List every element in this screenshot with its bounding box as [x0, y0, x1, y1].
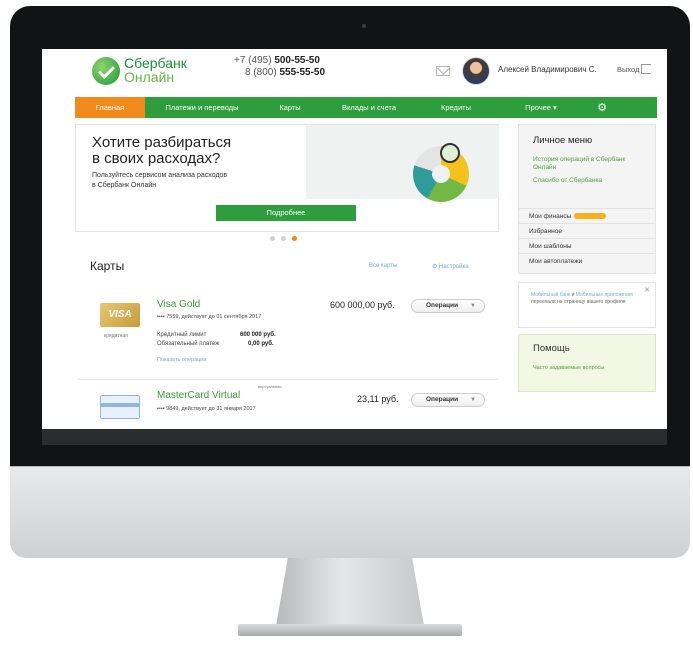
chevron-down-icon: ▼ [470, 303, 476, 309]
banner-title-line2: в своих расходах? [92, 150, 221, 167]
logo-text-line2[interactable]: Онлайн [124, 69, 174, 85]
virtual-tag: виртуальная [258, 384, 282, 389]
banner-subtitle-line1: Пользуйтесь сервисом анализа расходов [92, 172, 228, 179]
faq-link[interactable]: Часто задаваемые вопросы [533, 365, 604, 372]
camera [362, 24, 366, 28]
card-operations-button[interactable]: Операции ▼ [411, 393, 485, 407]
card-operations-label: Операции [426, 302, 459, 309]
nav-item-home[interactable]: Главная [75, 97, 145, 118]
chevron-down-icon: ▼ [470, 397, 476, 403]
mandatory-payment-label: Обязательный платеж [157, 341, 220, 347]
card-number: •••• 7559, действует до 01 сентября 2017 [157, 314, 262, 320]
logout-icon[interactable] [641, 64, 651, 74]
logout-link[interactable]: Выход [617, 65, 639, 74]
phone-free-number: 555-55-50 [279, 67, 326, 78]
card-balance: 23,11 руб. [357, 394, 399, 404]
spasibo-link[interactable]: Спасибо от Сбербанка [533, 177, 602, 184]
slider-dot-1[interactable] [270, 236, 275, 241]
divider [78, 379, 498, 380]
banner-title: Хотите разбираться в своих расходах? [92, 135, 231, 167]
notice-rest: переехали на страницу вашего профиля [531, 299, 626, 305]
mobile-bank-notice: ✕ Мобильный банк и Мобильные приложения … [518, 282, 656, 328]
sidebar-item-finances-label: Мои финансы [529, 213, 572, 220]
promo-banner: Хотите разбираться в своих расходах? Пол… [75, 124, 499, 232]
phone-moscow-prefix: +7 (495) [234, 55, 275, 66]
details-button[interactable]: Подробнее [216, 205, 356, 221]
sidebar-item-finances[interactable]: Мои финансы [519, 208, 655, 223]
magnifier-icon [440, 143, 460, 163]
nav-item-credits[interactable]: Кредиты [417, 97, 495, 118]
monitor-stand [276, 558, 424, 626]
sidebar-item-templates[interactable]: Мои шаблоны [519, 238, 655, 253]
card-operations-label: Операции [426, 396, 459, 403]
phone-moscow: +7 (495) 500-55-50 [234, 55, 320, 66]
card-name[interactable]: Visa Gold [157, 299, 200, 310]
card-name[interactable]: MasterCard Virtual [157, 390, 240, 401]
phone-free: 8 (800) 555-55-50 [245, 67, 325, 78]
phone-moscow-number: 500-55-50 [274, 55, 320, 66]
mobile-bank-link[interactable]: Мобильный банк [531, 292, 570, 298]
screen-bottom-bar [42, 429, 667, 445]
slider-dots [270, 236, 297, 241]
help-panel: Помощь Часто задаваемые вопросы [518, 334, 656, 392]
sidebar-item-favorites[interactable]: Избранное [519, 223, 655, 238]
phone-free-prefix: 8 (800) [245, 67, 280, 78]
card-operations-button[interactable]: Операции ▼ [411, 299, 485, 313]
user-name[interactable]: Алексей Владимирович С. [498, 65, 597, 74]
credit-limit-label: Кредитный лимит [157, 332, 207, 338]
avatar[interactable] [462, 57, 490, 85]
visa-card-icon[interactable]: VISA [100, 303, 140, 327]
card-number: •••• 9849, действует до 31 января 2017 [157, 406, 256, 412]
nav-item-deposits[interactable]: Вклады и счета [321, 97, 417, 118]
browser-screen: Сбербанк Онлайн +7 (495) 500-55-50 8 (80… [42, 49, 667, 429]
show-operations-link[interactable]: Показать операции [157, 357, 206, 363]
all-cards-link[interactable]: Все карты [369, 263, 397, 269]
nav-item-other[interactable]: Прочее ▾ [495, 97, 587, 118]
personal-menu-title: Личное меню [533, 135, 593, 146]
main-nav: Главная Платежи и переводы Карты Вклады … [75, 97, 657, 118]
operations-history-link[interactable]: История операций в Сбербанк Онлайн [533, 156, 633, 172]
nav-item-payments[interactable]: Платежи и переводы [145, 97, 259, 118]
cards-settings-label: Настройка [439, 264, 469, 270]
mobile-apps-link[interactable]: Мобильные приложения [576, 292, 633, 298]
card-type-label: кредитная [104, 333, 128, 339]
virtual-card-icon[interactable] [100, 395, 140, 419]
nav-item-cards[interactable]: Карты [259, 97, 321, 118]
banner-subtitle-line2: в Сбербанк Онлайн [92, 182, 157, 189]
banner-illustration-bg [306, 125, 499, 199]
banner-title-line1: Хотите разбираться [92, 134, 232, 151]
cards-settings-link[interactable]: ⚙ Настройка [432, 263, 469, 270]
banner-subtitle: Пользуйтесь сервисом анализа расходов в … [92, 171, 227, 191]
slider-dot-3[interactable] [292, 236, 297, 241]
sidebar-item-autopayments[interactable]: Мои автоплатежи [519, 253, 655, 268]
personal-menu: Личное меню История операций в Сбербанк … [518, 124, 656, 274]
slider-dot-2[interactable] [281, 236, 286, 241]
cards-section-title: Карты [90, 259, 125, 273]
gear-icon[interactable]: ⚙ [587, 97, 617, 118]
card-balance: 600 000,00 руб. [330, 300, 395, 310]
credit-limit-value: 600 000 руб. [240, 332, 276, 338]
help-title: Помощь [533, 343, 570, 354]
sberbank-logo-icon[interactable] [92, 57, 120, 85]
site-header: Сбербанк Онлайн +7 (495) 500-55-50 8 (80… [42, 49, 667, 95]
monitor-base [238, 624, 462, 636]
apple-logo-icon [336, 496, 364, 530]
close-icon[interactable]: ✕ [644, 286, 650, 294]
mandatory-payment-value: 0,00 руб. [248, 341, 274, 347]
new-badge [574, 213, 607, 220]
mail-icon[interactable] [436, 66, 450, 76]
notice-text: Мобильный банк и Мобильные приложения пе… [531, 292, 643, 306]
